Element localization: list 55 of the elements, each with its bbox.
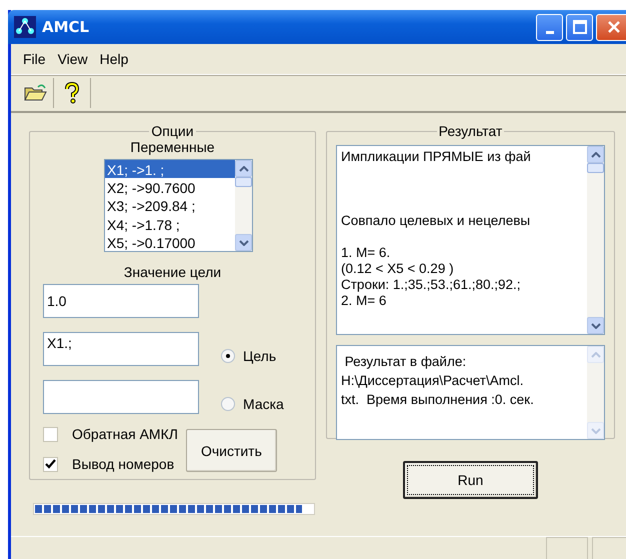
result-line: Импликации ПРЯМЫЕ из фай (341, 149, 532, 165)
scroll-down-button[interactable] (235, 234, 252, 251)
close-icon (607, 20, 621, 34)
window-title: AMCL (42, 18, 90, 36)
maximize-button[interactable] (566, 14, 593, 40)
app-icon (14, 16, 36, 38)
clear-button[interactable]: Очистить (186, 429, 277, 472)
caret-up-icon (590, 352, 600, 358)
scroll-down-button[interactable] (587, 317, 604, 334)
radio-label: Цель (243, 348, 276, 364)
checkbox-label: Вывод номеров (72, 456, 174, 472)
result-line: 1. M= 6. (341, 245, 392, 261)
goal-field[interactable]: 1.0 (43, 284, 199, 318)
caret-up-icon (238, 166, 248, 172)
caret-up-icon (590, 152, 600, 158)
checkbox[interactable] (43, 456, 58, 472)
list-item[interactable]: X2; ->90.7600 (105, 178, 235, 196)
maximize-icon (572, 20, 586, 34)
group-title: Опции (150, 123, 195, 139)
caret-down-icon (590, 428, 600, 434)
menu-item[interactable]: View (54, 49, 92, 69)
scroll-up-button[interactable] (587, 146, 604, 163)
list-item[interactable]: X1; ->1. ; (105, 160, 235, 178)
mask-field[interactable] (43, 380, 199, 414)
close-button[interactable] (596, 14, 626, 40)
group-title: Результат (438, 123, 504, 139)
list-item[interactable]: X5; ->0.17000 (105, 232, 235, 251)
result-line: 2. M= 6 (341, 293, 388, 309)
result-line: (0.12 < X5 < 0.29 ) (341, 261, 455, 277)
radio-button[interactable] (221, 349, 235, 363)
list-item[interactable]: X3; ->209.84 ; (105, 196, 235, 215)
result-line: txt. Время выполнения :0. сек. (341, 391, 535, 409)
caret-down-icon (238, 240, 248, 246)
scroll-up-button[interactable] (235, 160, 252, 177)
caret-down-icon (590, 322, 600, 328)
menu-item[interactable]: File (19, 49, 50, 69)
checkbox[interactable] (43, 426, 58, 442)
checkbox-label: Обратная АМКЛ (72, 426, 178, 442)
run-button[interactable]: Run (403, 461, 538, 499)
result-line: Результат в файле: (344, 353, 468, 371)
variables-listbox[interactable]: X1; ->1. ; X2; ->90.7600 X3; ->209.84 ; X4; ->1.78 ; X5; ->0.17000 (104, 159, 253, 252)
target-field[interactable]: X1.; (43, 332, 199, 366)
scroll-thumb[interactable] (587, 163, 604, 173)
minimize-icon (546, 30, 554, 34)
radio-label: Маска (243, 396, 284, 412)
menu-item[interactable]: Help (96, 49, 132, 69)
scroll-thumb[interactable] (235, 177, 252, 187)
result-line: Строки: 1.;35.;53.;61.;80.;92.; (341, 277, 522, 293)
radio-button[interactable] (221, 397, 235, 411)
result-line: H:\Диссертация\Расчет\Amcl. (341, 372, 524, 390)
variables-label: Переменные (129, 139, 216, 155)
result-line: Совпало целевых и нецелевы (341, 213, 532, 229)
minimize-button[interactable] (536, 14, 563, 40)
goal-label: Значение цели (122, 264, 222, 280)
list-item[interactable]: X4; ->1.78 ; (105, 214, 235, 233)
